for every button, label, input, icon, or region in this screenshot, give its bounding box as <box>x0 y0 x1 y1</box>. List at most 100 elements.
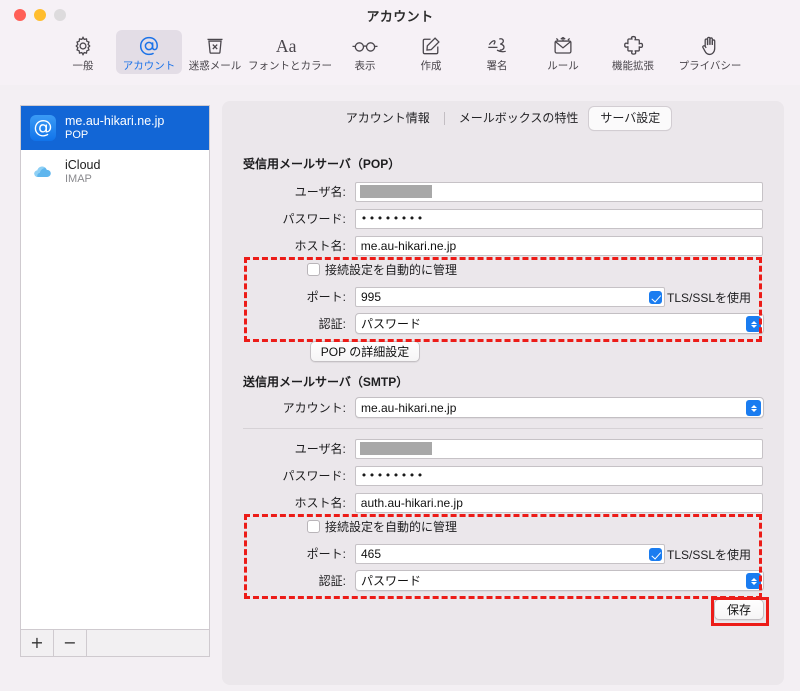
toolbar-item-label: 機能拡張 <box>612 60 654 72</box>
at-account-icon: @ <box>30 115 56 141</box>
outgoing-password-label: パスワード: <box>282 469 346 483</box>
rules-envelope-icon <box>546 33 580 59</box>
outgoing-username-row: ユーザ名: <box>243 438 763 459</box>
incoming-username-row: ユーザ名: <box>243 181 763 202</box>
incoming-auto-manage-label: 接続設定を自動的に管理 <box>325 263 458 277</box>
outgoing-hostname-input[interactable]: auth.au-hikari.ne.jp <box>354 492 763 513</box>
outgoing-username-input[interactable] <box>354 438 763 459</box>
incoming-tls-label: TLS/SSLを使用 <box>667 291 752 305</box>
incoming-password-label: パスワード: <box>282 212 346 226</box>
toolbar-item-label: 署名 <box>486 60 508 72</box>
toolbar-item-junk[interactable]: 迷惑メール <box>182 30 248 74</box>
pop-advanced-settings-button[interactable]: POP の詳細設定 <box>310 341 420 362</box>
incoming-password-row: パスワード: •••••••• <box>243 208 763 229</box>
account-settings-panel: アカウント情報 メールボックスの特性 サーバ設定 受信用メールサーバ（POP） … <box>222 101 784 685</box>
chevron-updown-icon <box>746 316 761 332</box>
junk-trash-icon <box>198 33 232 59</box>
account-type: IMAP <box>65 173 92 185</box>
incoming-password-input[interactable]: •••••••• <box>354 208 763 229</box>
toolbar-item-label: アカウント <box>122 60 176 72</box>
tab-mailbox-behaviors[interactable]: メールボックスの特性 <box>448 107 590 130</box>
signature-icon <box>480 33 514 59</box>
sidebar-account-pop[interactable]: @ me.au-hikari.ne.jp POP <box>21 106 209 150</box>
toolbar-item-accounts[interactable]: アカウント <box>116 30 182 74</box>
account-name: iCloud <box>65 158 101 172</box>
window-title: アカウント <box>366 9 434 24</box>
tab-account-info[interactable]: アカウント情報 <box>335 107 441 130</box>
outgoing-tls-checkbox[interactable]: TLS/SSLを使用 <box>649 546 751 563</box>
toolbar-item-label: フォントとカラー <box>248 60 332 72</box>
outgoing-account-select[interactable]: me.au-hikari.ne.jp <box>355 397 764 418</box>
incoming-username-input[interactable] <box>354 181 763 202</box>
outgoing-auto-manage-checkbox[interactable]: 接続設定を自動的に管理 <box>307 518 457 535</box>
incoming-hostname-label: ホスト名: <box>294 239 346 253</box>
outgoing-auth-select[interactable]: パスワード <box>355 570 764 591</box>
accounts-sidebar[interactable]: @ me.au-hikari.ne.jp POP iCloud IMAP <box>20 105 210 630</box>
svg-text:Aa: Aa <box>276 36 297 56</box>
outgoing-port-label: ポート: <box>306 547 346 561</box>
checkbox-box <box>307 263 320 276</box>
password-dots: •••••••• <box>360 469 425 482</box>
checkbox-box <box>649 548 662 561</box>
toolbar-item-viewing[interactable]: 表示 <box>332 30 398 74</box>
toolbar-item-signatures[interactable]: 署名 <box>464 30 530 74</box>
icloud-cloud-icon <box>30 159 56 185</box>
hand-privacy-icon <box>693 33 727 59</box>
incoming-hostname-row: ホスト名: me.au-hikari.ne.jp <box>243 235 763 256</box>
outgoing-account-row: アカウント: me.au-hikari.ne.jp <box>243 397 773 418</box>
puzzle-piece-icon <box>616 33 650 59</box>
at-sign-icon <box>132 33 166 59</box>
outgoing-port-input[interactable]: 465 <box>355 543 665 564</box>
toolbar-item-label: 迷惑メール <box>188 60 242 72</box>
toolbar-item-privacy[interactable]: プライバシー <box>670 30 750 74</box>
outgoing-tls-label: TLS/SSLを使用 <box>667 548 752 562</box>
toolbar-item-label: 作成 <box>420 60 442 72</box>
outgoing-auto-manage-label: 接続設定を自動的に管理 <box>325 520 458 534</box>
password-dots: •••••••• <box>360 212 425 225</box>
save-button[interactable]: 保存 <box>714 599 764 620</box>
redacted-username <box>359 185 432 198</box>
preferences-toolbar: 一般 アカウント 迷惑メール Aa フォントとカラー 表示 作成 署名 ルール … <box>0 28 800 85</box>
outgoing-account-value: me.au-hikari.ne.jp <box>361 400 457 415</box>
account-type: POP <box>65 129 89 141</box>
compose-pencil-icon <box>414 33 448 59</box>
toolbar-item-composing[interactable]: 作成 <box>398 30 464 74</box>
section-divider <box>243 428 763 429</box>
remove-account-button[interactable]: − <box>54 630 87 656</box>
gear-icon <box>66 33 100 59</box>
incoming-section-title: 受信用メールサーバ（POP） <box>243 157 401 171</box>
toolbar-item-label: 一般 <box>72 60 94 72</box>
incoming-hostname-input[interactable]: me.au-hikari.ne.jp <box>354 235 763 256</box>
tab-server-settings[interactable]: サーバ設定 <box>589 107 672 130</box>
toolbar-item-label: ルール <box>547 60 579 72</box>
title-bar: アカウント <box>0 0 800 28</box>
outgoing-auth-value: パスワード <box>361 574 422 588</box>
add-account-button[interactable]: + <box>21 630 54 656</box>
sidebar-account-icloud[interactable]: iCloud IMAP <box>21 150 209 194</box>
incoming-auth-select[interactable]: パスワード <box>355 313 764 334</box>
glasses-icon <box>348 33 382 59</box>
incoming-username-label: ユーザ名: <box>294 185 346 199</box>
incoming-auth-row: 認証: パスワード <box>243 313 773 334</box>
outgoing-auth-row: 認証: パスワード <box>243 570 773 591</box>
toolbar-item-rules[interactable]: ルール <box>530 30 596 74</box>
toolbar-item-extensions[interactable]: 機能拡張 <box>596 30 670 74</box>
checkbox-box <box>307 520 320 533</box>
outgoing-hostname-row: ホスト名: auth.au-hikari.ne.jp <box>243 492 763 513</box>
sidebar-footer: + − <box>20 630 210 657</box>
incoming-tls-checkbox[interactable]: TLS/SSLを使用 <box>649 289 751 306</box>
outgoing-account-label: アカウント: <box>282 401 346 415</box>
incoming-auto-manage-checkbox[interactable]: 接続設定を自動的に管理 <box>307 261 457 278</box>
mail-preferences-window: アカウント 一般 アカウント 迷惑メール Aa フォントとカラー 表示 作成 署… <box>0 0 800 691</box>
incoming-port-label: ポート: <box>306 290 346 304</box>
incoming-auth-value: パスワード <box>361 317 422 331</box>
account-name: me.au-hikari.ne.jp <box>65 114 165 128</box>
toolbar-item-general[interactable]: 一般 <box>50 30 116 74</box>
incoming-port-input[interactable]: 995 <box>355 286 665 307</box>
redacted-username <box>359 442 432 455</box>
checkbox-box <box>649 291 662 304</box>
outgoing-password-input[interactable]: •••••••• <box>354 465 763 486</box>
outgoing-username-label: ユーザ名: <box>294 442 346 456</box>
toolbar-item-fonts-colors[interactable]: Aa フォントとカラー <box>248 30 332 74</box>
chevron-updown-icon <box>746 573 761 589</box>
